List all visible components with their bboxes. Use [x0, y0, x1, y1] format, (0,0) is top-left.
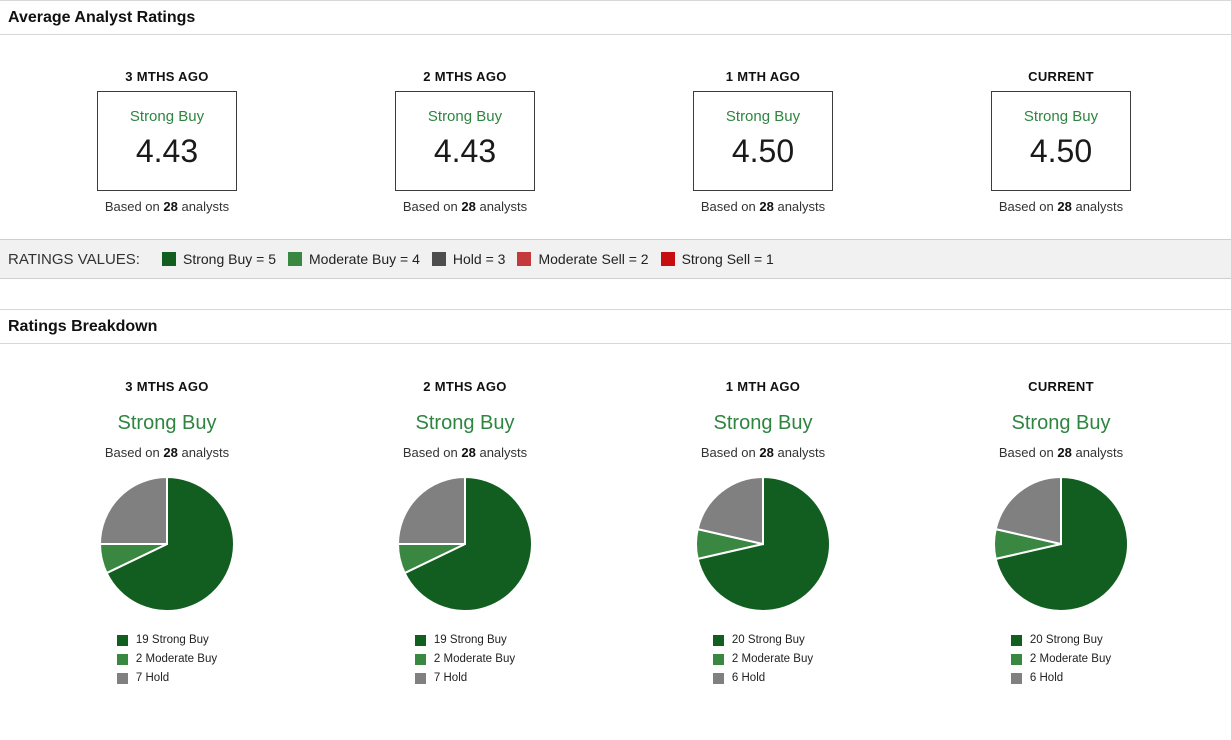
strong-buy-swatch — [713, 635, 724, 646]
ratings-breakdown-row: 3 MTHS AGO Strong Buy Based on 28 analys… — [18, 379, 1210, 691]
legend-item-strong-sell: Strong Sell = 1 — [661, 251, 774, 267]
pie-slice — [100, 477, 167, 544]
avg-column-1mth: 1 MTH AGO Strong Buy 4.50 Based on 28 an… — [614, 69, 912, 215]
avg-column-current: CURRENT Strong Buy 4.50 Based on 28 anal… — [912, 69, 1210, 215]
legend-item-strong-buy: Strong Buy = 5 — [162, 251, 276, 267]
avg-column-2mths: 2 MTHS AGO Strong Buy 4.43 Based on 28 a… — [316, 69, 614, 215]
analyst-count: 28 — [1057, 445, 1071, 460]
pie-legend: 19 Strong Buy 2 Moderate Buy 7 Hold — [117, 634, 217, 691]
rating-score-box: Strong Buy 4.50 — [991, 91, 1131, 191]
analyst-count: 28 — [461, 445, 475, 460]
moderate-sell-swatch — [517, 252, 531, 266]
breakdown-column-2mths: 2 MTHS AGO Strong Buy Based on 28 analys… — [316, 379, 614, 691]
pie-legend: 19 Strong Buy 2 Moderate Buy 7 Hold — [415, 634, 515, 691]
pie-legend-item-hold: 7 Hold — [415, 672, 515, 684]
moderate-buy-swatch — [713, 654, 724, 665]
pie-legend-item-moderate-buy: 2 Moderate Buy — [415, 653, 515, 665]
strong-sell-swatch — [661, 252, 675, 266]
pie-chart — [694, 475, 832, 613]
analyst-count: 28 — [163, 445, 177, 460]
moderate-buy-swatch — [117, 654, 128, 665]
pie-legend-item-moderate-buy: 2 Moderate Buy — [713, 653, 813, 665]
pie-slice — [398, 477, 465, 544]
pie-legend-item-strong-buy: 19 Strong Buy — [415, 634, 515, 646]
rating-text: Strong Buy — [316, 411, 614, 435]
based-on-text: Based on 28 analysts — [316, 445, 614, 461]
based-on-text: Based on 28 analysts — [614, 199, 912, 215]
period-label: 1 MTH AGO — [614, 379, 912, 395]
rating-value: 4.50 — [694, 133, 832, 169]
rating-value: 4.43 — [98, 133, 236, 169]
based-on-text: Based on 28 analysts — [18, 445, 316, 461]
rating-text: Strong Buy — [98, 108, 236, 125]
pie-legend-item-hold: 7 Hold — [117, 672, 217, 684]
pie-legend-item-strong-buy: 20 Strong Buy — [1011, 634, 1111, 646]
breakdown-column-3mths: 3 MTHS AGO Strong Buy Based on 28 analys… — [18, 379, 316, 691]
pie-chart — [396, 475, 534, 613]
pie-legend-item-strong-buy: 20 Strong Buy — [713, 634, 813, 646]
hold-swatch — [1011, 673, 1022, 684]
pie-legend-item-hold: 6 Hold — [1011, 672, 1111, 684]
pie-legend-item-hold: 6 Hold — [713, 672, 813, 684]
period-label: 1 MTH AGO — [614, 69, 912, 85]
moderate-buy-swatch — [1011, 654, 1022, 665]
period-label: 3 MTHS AGO — [18, 69, 316, 85]
strong-buy-swatch — [1011, 635, 1022, 646]
rating-value: 4.50 — [992, 133, 1130, 169]
analyst-count: 28 — [759, 445, 773, 460]
legend-item-moderate-sell: Moderate Sell = 2 — [517, 251, 648, 267]
rating-text: Strong Buy — [912, 411, 1210, 435]
rating-score-box: Strong Buy 4.43 — [395, 91, 535, 191]
based-on-text: Based on 28 analysts — [614, 445, 912, 461]
rating-text: Strong Buy — [694, 108, 832, 125]
analyst-count: 28 — [1057, 199, 1071, 214]
hold-swatch — [117, 673, 128, 684]
rating-score-box: Strong Buy 4.43 — [97, 91, 237, 191]
period-label: CURRENT — [912, 69, 1210, 85]
moderate-buy-swatch — [415, 654, 426, 665]
pie-legend: 20 Strong Buy 2 Moderate Buy 6 Hold — [1011, 634, 1111, 691]
strong-buy-swatch — [117, 635, 128, 646]
rating-value: 4.43 — [396, 133, 534, 169]
period-label: 2 MTHS AGO — [316, 69, 614, 85]
analyst-count: 28 — [759, 199, 773, 214]
based-on-text: Based on 28 analysts — [912, 199, 1210, 215]
ratings-values-label: RATINGS VALUES: — [8, 251, 140, 268]
analyst-count: 28 — [461, 199, 475, 214]
hold-swatch — [432, 252, 446, 266]
pie-chart — [98, 475, 236, 613]
based-on-text: Based on 28 analysts — [912, 445, 1210, 461]
rating-text: Strong Buy — [396, 108, 534, 125]
hold-swatch — [415, 673, 426, 684]
avg-column-3mths: 3 MTHS AGO Strong Buy 4.43 Based on 28 a… — [18, 69, 316, 215]
legend-item-moderate-buy: Moderate Buy = 4 — [288, 251, 420, 267]
strong-buy-swatch — [162, 252, 176, 266]
average-ratings-section-title: Average Analyst Ratings — [0, 0, 1231, 35]
pie-chart — [992, 475, 1130, 613]
hold-swatch — [713, 673, 724, 684]
analyst-count: 28 — [163, 199, 177, 214]
period-label: 3 MTHS AGO — [18, 379, 316, 395]
period-label: CURRENT — [912, 379, 1210, 395]
breakdown-column-current: CURRENT Strong Buy Based on 28 analysts … — [912, 379, 1210, 691]
rating-text: Strong Buy — [18, 411, 316, 435]
pie-legend-item-moderate-buy: 2 Moderate Buy — [1011, 653, 1111, 665]
strong-buy-swatch — [415, 635, 426, 646]
period-label: 2 MTHS AGO — [316, 379, 614, 395]
rating-score-box: Strong Buy 4.50 — [693, 91, 833, 191]
breakdown-column-1mth: 1 MTH AGO Strong Buy Based on 28 analyst… — [614, 379, 912, 691]
based-on-text: Based on 28 analysts — [18, 199, 316, 215]
ratings-breakdown-section-title: Ratings Breakdown — [0, 309, 1231, 344]
pie-legend-item-moderate-buy: 2 Moderate Buy — [117, 653, 217, 665]
pie-legend: 20 Strong Buy 2 Moderate Buy 6 Hold — [713, 634, 813, 691]
rating-text: Strong Buy — [992, 108, 1130, 125]
legend-item-hold: Hold = 3 — [432, 251, 506, 267]
average-ratings-row: 3 MTHS AGO Strong Buy 4.43 Based on 28 a… — [18, 69, 1210, 215]
based-on-text: Based on 28 analysts — [316, 199, 614, 215]
rating-text: Strong Buy — [614, 411, 912, 435]
ratings-values-bar: RATINGS VALUES: Strong Buy = 5 Moderate … — [0, 239, 1231, 279]
pie-legend-item-strong-buy: 19 Strong Buy — [117, 634, 217, 646]
moderate-buy-swatch — [288, 252, 302, 266]
